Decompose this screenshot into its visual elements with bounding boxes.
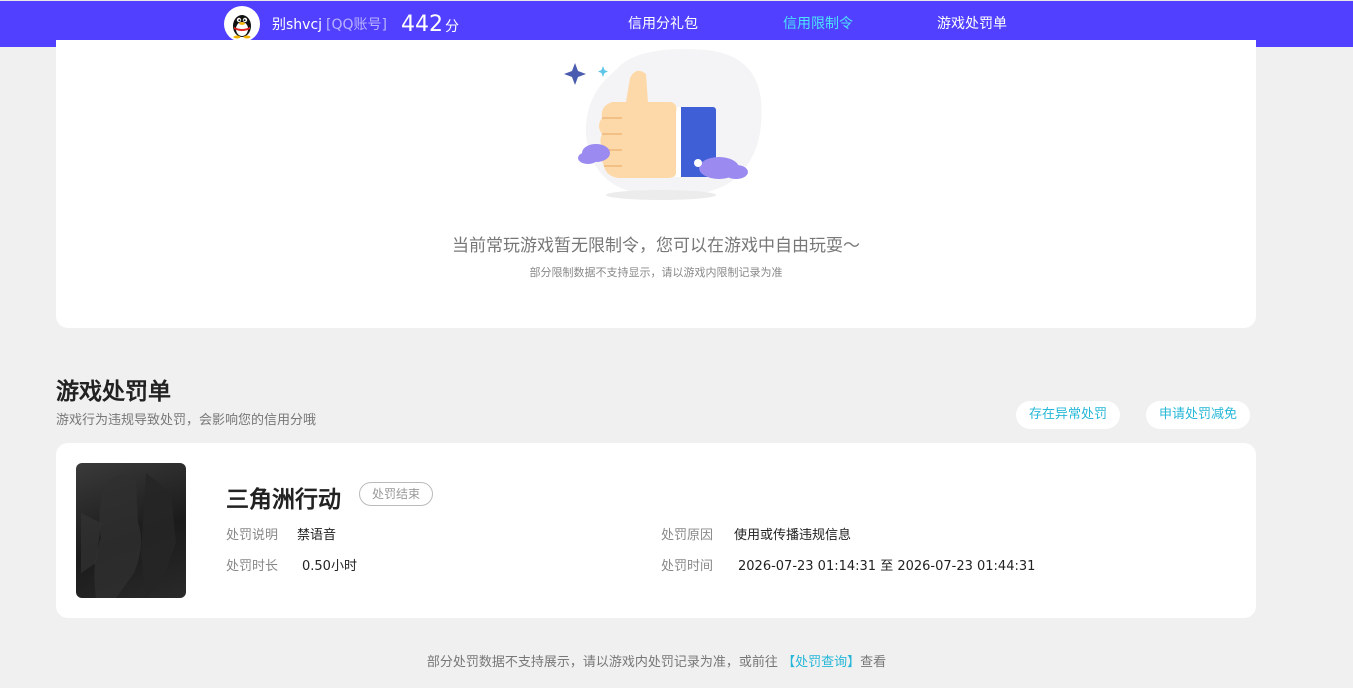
username: 别shvcj [272,17,323,33]
penalty-card: 三角洲行动 处罚结束 处罚说明 禁语音 处罚原因 使用或传播违规信息 处罚时长 … [56,443,1256,618]
avatar[interactable] [224,6,260,42]
penalty-time-value: 2026-07-23 01:14:31 至 2026-07-23 01:44:3… [738,559,1036,574]
penalty-duration-label: 处罚时长 [226,559,279,574]
score-unit: 分 [445,19,460,35]
account-type: [QQ账号] [326,17,388,33]
abnormal-penalty-button[interactable]: 存在异常处罚 [1016,401,1121,429]
game-cover-image [76,463,186,598]
credit-score: 442 [401,11,444,37]
section-subtitle: 游戏行为违规导致处罚，会影响您的信用分哦 [56,413,317,428]
footer-suffix: 查看 [860,655,887,670]
game-cover-art [81,473,176,598]
restriction-card: 当前常玩游戏暂无限制令，您可以在游戏中自由玩耍～ 部分限制数据不支持显示，请以游… [56,40,1256,328]
footer-prefix: 部分处罚数据不支持展示，请以游戏内处罚记录为准，或前往 [426,655,778,670]
penalty-desc-value: 禁语音 [297,528,337,543]
status-badge: 处罚结束 [359,482,434,506]
user-info: 别shvcj [QQ账号] 442 分 [224,6,459,42]
thumbs-up-illustration [564,49,762,200]
empty-state-title: 当前常玩游戏暂无限制令，您可以在游戏中自由玩耍～ [452,236,860,256]
empty-state-subtitle: 部分限制数据不支持显示，请以游戏内限制记录为准 [529,266,783,279]
penalty-desc-label: 处罚说明 [226,528,279,543]
apply-reduction-button[interactable]: 申请处罚减免 [1146,401,1251,429]
section-title: 游戏处罚单 [56,379,171,405]
penalty-reason-label: 处罚原因 [661,528,714,543]
penalty-reason-value: 使用或传播违规信息 [734,528,852,543]
penalty-query-link[interactable]: 【处罚查询】 [782,655,860,670]
qq-penguin-icon [233,15,251,39]
penalty-time-label: 处罚时间 [661,559,714,574]
game-name: 三角洲行动 [226,487,341,513]
footer-note: 部分处罚数据不支持展示，请以游戏内处罚记录为准，或前往 【处罚查询】查看 [0,651,1313,670]
penalty-duration-value: 0.50小时 [302,559,357,574]
